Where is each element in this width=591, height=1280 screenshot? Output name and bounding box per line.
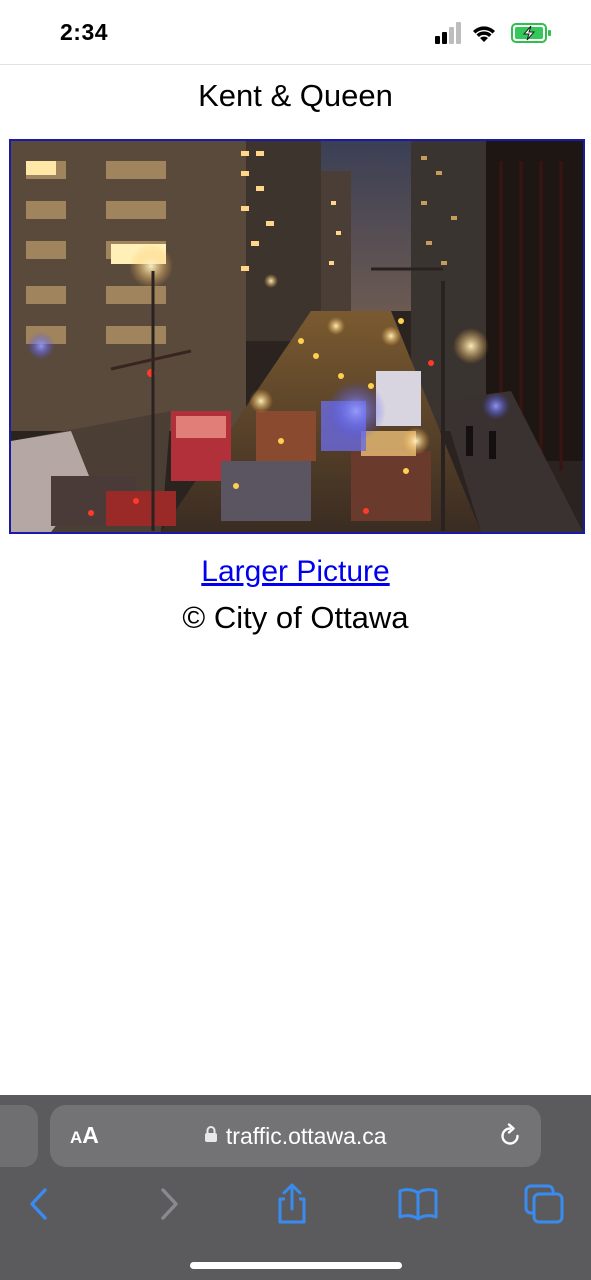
browser-toolbar: traffic.ottawa.ca AA bbox=[0, 1095, 591, 1280]
tabs-icon[interactable] bbox=[522, 1182, 566, 1226]
larger-picture-link-wrap: Larger Picture bbox=[0, 555, 591, 589]
back-icon[interactable] bbox=[18, 1182, 62, 1226]
lock-icon bbox=[205, 1126, 218, 1142]
share-icon[interactable] bbox=[270, 1182, 314, 1226]
traffic-camera-scene bbox=[11, 141, 583, 532]
status-bar: 2:34 bbox=[0, 0, 591, 65]
previous-tab-preview[interactable] bbox=[0, 1105, 38, 1167]
signal-icon bbox=[435, 22, 461, 44]
larger-picture-link[interactable]: Larger Picture bbox=[201, 555, 389, 588]
wifi-icon bbox=[473, 26, 495, 42]
copyright-text: © City of Ottawa bbox=[182, 600, 409, 635]
text-size-button[interactable]: AA bbox=[70, 1122, 99, 1149]
address-bar[interactable]: traffic.ottawa.ca AA bbox=[50, 1105, 541, 1167]
reload-icon[interactable] bbox=[497, 1123, 523, 1149]
forward-icon[interactable] bbox=[146, 1182, 190, 1226]
text-size-small-glyph: A bbox=[70, 1128, 83, 1147]
status-time: 2:34 bbox=[60, 19, 109, 45]
url-text: traffic.ottawa.ca bbox=[225, 1123, 387, 1149]
home-indicator[interactable] bbox=[190, 1262, 402, 1269]
text-size-large-glyph: A bbox=[82, 1122, 99, 1148]
traffic-camera-image[interactable] bbox=[9, 139, 585, 534]
url-field[interactable]: traffic.ottawa.ca bbox=[50, 1105, 541, 1167]
page-title: Kent & Queen bbox=[198, 78, 393, 113]
screen: 2:34 Kent & Queen Larger Picture © City … bbox=[0, 0, 591, 1280]
bookmarks-icon[interactable] bbox=[396, 1182, 440, 1226]
battery-charging-icon bbox=[511, 23, 551, 43]
